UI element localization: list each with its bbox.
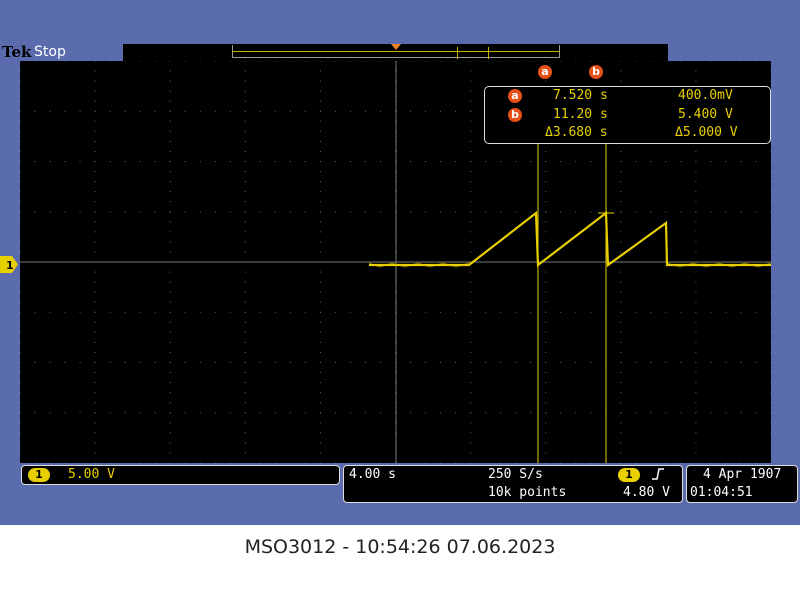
cursor-delta-voltage: Δ5.000 V bbox=[675, 125, 738, 140]
svg-text:1: 1 bbox=[6, 259, 14, 272]
date-time-readout[interactable]: 4 Apr 1907 01:04:51 bbox=[686, 465, 798, 503]
channel-1-scale: 5.00 V bbox=[68, 467, 115, 482]
record-cursor-b-tick bbox=[488, 47, 489, 59]
sample-rate: 250 S/s bbox=[488, 467, 543, 482]
trigger-level: 4.80 V bbox=[623, 485, 670, 500]
image-caption: MSO3012 - 10:54:26 07.06.2023 bbox=[244, 536, 556, 558]
cursor-delta-time: Δ3.680 s bbox=[545, 125, 608, 140]
cursor-a-readout-badge: a bbox=[508, 89, 522, 103]
trigger-source-badge: 1 bbox=[618, 468, 640, 482]
channel-1-readout[interactable]: 1 5.00 V bbox=[21, 465, 340, 485]
channel-1-badge: 1 bbox=[28, 468, 50, 482]
cursor-b-badge[interactable]: b bbox=[589, 65, 603, 79]
brand-logo: Tek bbox=[2, 43, 32, 61]
cursor-b-time: 11.20 s bbox=[553, 107, 608, 122]
record-length: 10k points bbox=[488, 485, 567, 500]
cursor-readout: a 7.520 s 400.0mV b 11.20 s 5.400 V Δ3.6… bbox=[484, 86, 771, 144]
horizontal-scale: 4.00 s bbox=[349, 467, 396, 482]
trigger-position-marker[interactable] bbox=[391, 44, 401, 50]
acquisition-status: Stop bbox=[34, 44, 66, 60]
cursor-b-voltage: 5.400 V bbox=[678, 107, 733, 122]
date: 4 Apr 1907 bbox=[703, 467, 782, 482]
cursor-a-badge[interactable]: a bbox=[538, 65, 552, 79]
rising-edge-icon bbox=[651, 467, 665, 485]
record-cursor-a-tick bbox=[457, 47, 458, 59]
cursor-a-time: 7.520 s bbox=[553, 88, 608, 103]
timebase-readout[interactable]: 4.00 s 250 S/s 10k points 1 4.80 V bbox=[343, 465, 683, 503]
cursor-a-voltage: 400.0mV bbox=[678, 88, 733, 103]
record-view-line bbox=[232, 51, 560, 52]
time: 01:04:51 bbox=[690, 485, 753, 500]
cursor-b-readout-badge: b bbox=[508, 108, 522, 122]
channel-1-ground-marker[interactable]: 1 bbox=[0, 256, 18, 273]
